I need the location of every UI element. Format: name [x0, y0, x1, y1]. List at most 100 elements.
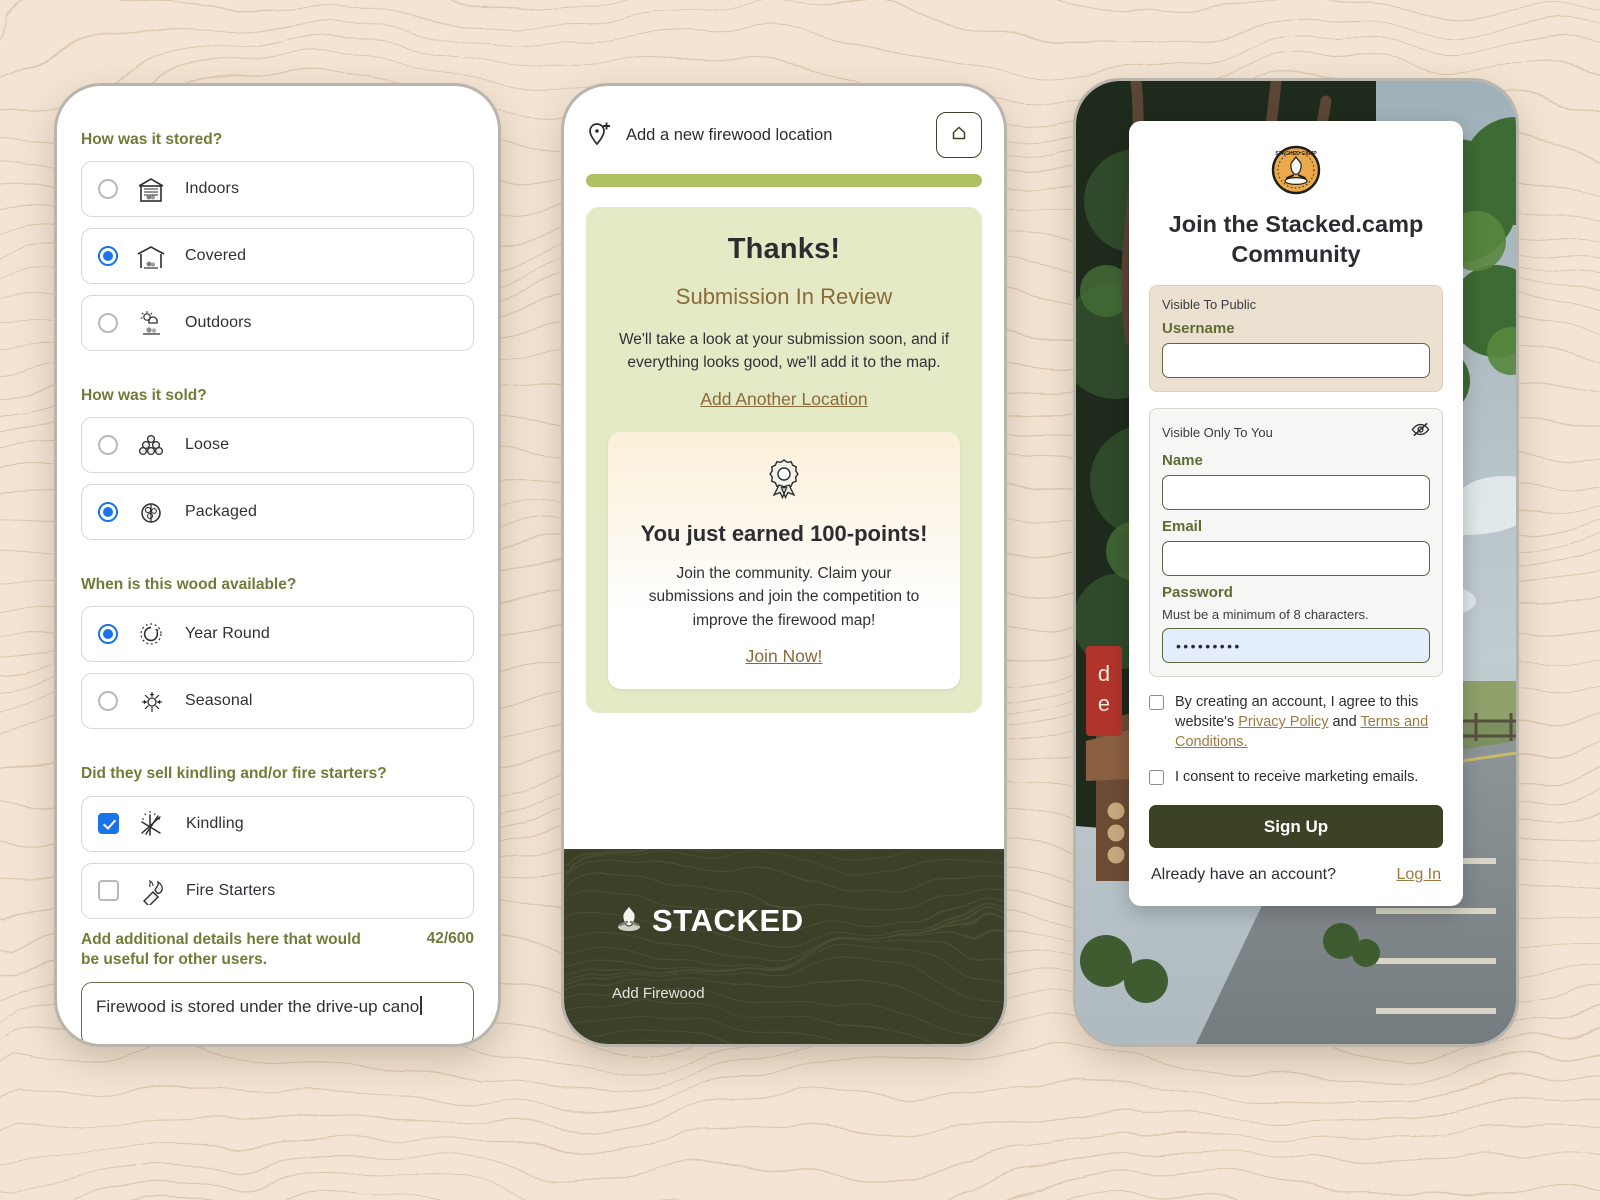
- cycle-icon: [134, 617, 168, 651]
- option-outdoors[interactable]: Outdoors: [81, 295, 474, 352]
- visibility-note-private: Visible Only To You: [1162, 424, 1273, 440]
- footer-brand: STACKED: [612, 901, 804, 940]
- public-fields-group: Visible To Public Username: [1149, 285, 1443, 393]
- character-counter: 42/600: [426, 929, 474, 947]
- signup-card: STACKED CAMP Join the Stacked.camp Commu…: [1129, 121, 1463, 907]
- sign-up-button[interactable]: Sign Up: [1149, 805, 1443, 849]
- password-hint: Must be a minimum of 8 characters.: [1162, 607, 1369, 623]
- form-scroll-area[interactable]: How was it stored? Indoors Covered Outdo…: [57, 86, 498, 1044]
- option-fire-starters[interactable]: Fire Starters: [81, 862, 474, 919]
- private-fields-group: Visible Only To You Name Email Password …: [1149, 408, 1443, 678]
- name-input[interactable]: [1162, 475, 1430, 511]
- svg-text:STACKED CAMP: STACKED CAMP: [1275, 151, 1317, 157]
- stacked-camp-badge-icon: STACKED CAMP: [1271, 145, 1321, 195]
- radio-packaged[interactable]: [98, 502, 118, 523]
- points-body: Join the community. Claim your submissio…: [648, 564, 920, 629]
- thanks-card: Thanks! Submission In Review We'll take …: [586, 207, 982, 714]
- home-button[interactable]: [936, 112, 982, 158]
- label-email: Email: [1162, 518, 1203, 536]
- phone-frame-signup: d e STACKED CAMP Join the Stacked.camp C…: [1076, 81, 1516, 1044]
- label-name: Name: [1162, 452, 1203, 470]
- public-group-header: Visible To Public: [1162, 297, 1430, 312]
- private-group-header: Visible Only To You: [1162, 420, 1430, 444]
- option-covered[interactable]: Covered: [81, 228, 474, 285]
- add-another-location-link[interactable]: Add Another Location: [700, 389, 867, 410]
- footer-add-firewood-link[interactable]: Add Firewood: [612, 985, 705, 1002]
- option-packaged[interactable]: Packaged: [81, 484, 474, 541]
- footer-brand-text: STACKED: [652, 902, 804, 938]
- radio-outdoors[interactable]: [98, 313, 118, 334]
- details-label: Add additional details here that would b…: [81, 930, 361, 968]
- checkbox-fire-starters[interactable]: [98, 880, 119, 902]
- award-rosette-icon: [762, 458, 806, 504]
- checkbox-terms[interactable]: [1149, 695, 1164, 711]
- email-input[interactable]: [1162, 541, 1430, 577]
- option-indoors[interactable]: Indoors: [81, 161, 474, 218]
- thanks-body: We'll take a look at your submission soo…: [618, 331, 950, 372]
- username-input[interactable]: [1162, 343, 1430, 379]
- eye-off-icon[interactable]: [1411, 420, 1430, 444]
- option-label: Kindling: [186, 814, 244, 832]
- consent-row-marketing[interactable]: I consent to receive marketing emails.: [1149, 767, 1443, 787]
- question-label-availability: When is this wood available?: [81, 576, 297, 594]
- option-label: Covered: [185, 247, 247, 265]
- radio-loose[interactable]: [98, 435, 118, 456]
- privacy-policy-link[interactable]: Privacy Policy: [1238, 714, 1328, 730]
- question-label-stored: How was it stored?: [81, 131, 223, 148]
- page-title: Join the Stacked.camp Community: [1168, 211, 1424, 268]
- campfire-icon: [612, 901, 646, 940]
- radio-covered[interactable]: [98, 246, 118, 267]
- home-icon: [950, 124, 968, 147]
- carport-icon: [134, 239, 168, 273]
- add-location-pin-icon: [586, 119, 612, 152]
- radio-year-round[interactable]: [98, 624, 118, 645]
- checkbox-marketing[interactable]: [1149, 770, 1164, 786]
- label-password: Password: [1162, 584, 1233, 602]
- submission-status: Submission In Review: [675, 284, 893, 309]
- points-card: You just earned 100-points! Join the com…: [608, 431, 960, 690]
- phone-frame-confirmation: Add a new firewood location Thanks! Subm…: [564, 86, 1004, 1044]
- option-loose[interactable]: Loose: [81, 417, 474, 474]
- text-caret: [420, 995, 422, 1015]
- option-label: Fire Starters: [186, 881, 276, 899]
- password-input[interactable]: •••••••••: [1162, 628, 1430, 664]
- option-seasonal[interactable]: Seasonal: [81, 673, 474, 730]
- svg-text:e: e: [1098, 691, 1110, 716]
- sun-snowflake-icon: [134, 684, 168, 718]
- option-kindling[interactable]: Kindling: [81, 795, 474, 852]
- log-in-link[interactable]: Log In: [1397, 866, 1441, 884]
- option-label: Seasonal: [185, 692, 253, 710]
- option-label: Year Round: [185, 625, 270, 643]
- option-label: Loose: [185, 436, 230, 454]
- consent-terms-text: By creating an account, I agree to this …: [1175, 692, 1443, 752]
- app-footer: STACKED Add Firewood: [564, 849, 1004, 1044]
- join-now-link[interactable]: Join Now!: [746, 646, 823, 667]
- details-text: Firewood is stored under the drive-up ca…: [96, 996, 420, 1016]
- login-prompt-row: Already have an account? Log In: [1149, 866, 1443, 884]
- thanks-heading: Thanks!: [727, 233, 841, 265]
- option-year-round[interactable]: Year Round: [81, 606, 474, 663]
- kindling-sticks-icon: [135, 807, 169, 841]
- option-label: Outdoors: [185, 314, 252, 332]
- confirmation-header: Add a new firewood location: [564, 86, 1004, 158]
- question-label-kindling: Did they sell kindling and/or fire start…: [81, 765, 387, 783]
- details-textarea[interactable]: Firewood is stored under the drive-up ca…: [81, 981, 474, 1044]
- log-pile-icon: [134, 428, 168, 462]
- warehouse-icon: [134, 172, 168, 206]
- bundled-wood-icon: [134, 495, 168, 529]
- option-label: Packaged: [185, 503, 257, 521]
- fire-starter-icon: [135, 874, 169, 908]
- visibility-note-public: Visible To Public: [1162, 297, 1257, 313]
- label-username: Username: [1162, 320, 1235, 338]
- already-have-account-text: Already have an account?: [1151, 866, 1337, 884]
- details-header: Add additional details here that would b…: [81, 930, 474, 970]
- consent-marketing-text: I consent to receive marketing emails.: [1175, 769, 1419, 786]
- radio-seasonal[interactable]: [98, 691, 118, 712]
- sun-cloud-woodpile-icon: [134, 306, 168, 340]
- radio-indoors[interactable]: [98, 179, 118, 200]
- consent-text-part: and: [1328, 714, 1361, 731]
- consent-row-terms[interactable]: By creating an account, I agree to this …: [1149, 692, 1443, 752]
- checkbox-kindling[interactable]: [98, 813, 119, 835]
- option-label: Indoors: [185, 180, 240, 198]
- question-label-sold: How was it sold?: [81, 387, 207, 405]
